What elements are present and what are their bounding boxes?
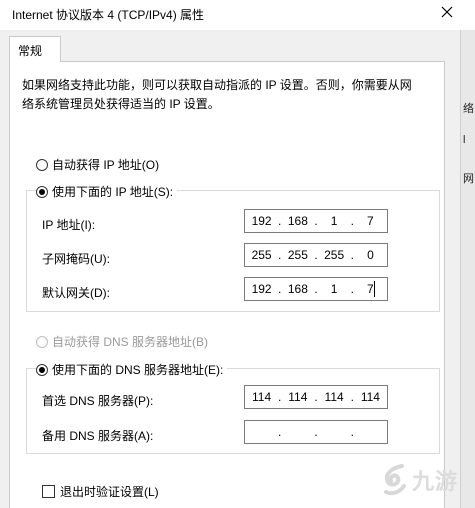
background-text: l	[463, 134, 466, 146]
tab-general-label: 常规	[18, 44, 43, 58]
radio-auto-ip-label: 自动获得 IP 地址(O)	[52, 158, 160, 172]
preferred-dns-input[interactable]: 114. 114. 114. 114	[244, 385, 388, 409]
radio-button[interactable]	[36, 158, 48, 171]
ip-segment: 7	[367, 214, 374, 228]
description-line: 如果网络支持此功能，则可以获取自动指派的 IP 设置。否则，你需要从网	[22, 78, 412, 92]
radio-manual-ip-label: 使用下面的 IP 地址(S):	[52, 185, 174, 199]
background-window-strip: 络 l 网	[460, 30, 475, 508]
checkbox-box[interactable]	[42, 485, 55, 498]
watermark-text: 九游	[412, 470, 459, 495]
watermark-logo: 九游	[380, 455, 475, 505]
background-text: 网	[463, 173, 474, 185]
ip-segment: 7	[367, 282, 374, 296]
subnet-mask-label: 子网掩码(U):	[42, 252, 110, 266]
validate-on-exit-checkbox[interactable]: 退出时验证设置(L)	[42, 483, 159, 500]
ip-segment: 114	[288, 390, 308, 404]
radio-auto-ip[interactable]: 自动获得 IP 地址(O)	[36, 156, 159, 173]
default-gateway-input[interactable]: 192. 168. 1. 7	[244, 277, 388, 301]
radio-auto-dns-label: 自动获得 DNS 服务器地址(B)	[52, 335, 209, 349]
radio-manual-dns[interactable]: 使用下面的 DNS 服务器地址(E):	[36, 361, 228, 378]
ip-segment: 255	[324, 248, 345, 262]
close-button[interactable]	[437, 2, 457, 22]
tab-general[interactable]: 常规	[9, 36, 61, 62]
radio-manual-dns-label: 使用下面的 DNS 服务器地址(E):	[52, 363, 224, 377]
close-icon	[441, 6, 453, 18]
ip-address-input[interactable]: 192. 168. 1. 7	[244, 209, 388, 233]
radio-button-disabled[interactable]	[36, 335, 48, 348]
ip-address-label: IP 地址(I):	[42, 218, 96, 232]
description-line: 络系统管理员处获得适当的 IP 设置。	[22, 97, 220, 111]
default-gateway-label: 默认网关(D):	[42, 286, 110, 300]
radio-button-selected[interactable]	[36, 363, 48, 376]
title-bar: Internet 协议版本 4 (TCP/IPv4) 属性	[0, 0, 475, 30]
text-caret	[374, 281, 375, 297]
preferred-dns-label: 首选 DNS 服务器(P):	[42, 394, 154, 408]
watermark-swirl-icon	[384, 464, 406, 496]
ip-segment: 114	[251, 390, 272, 404]
ip-segment: 168	[287, 282, 308, 296]
subnet-mask-input[interactable]: 255. 255. 255. 0	[244, 243, 388, 267]
background-text: 络	[463, 103, 474, 115]
ip-segment: 0	[367, 248, 374, 262]
window-title: Internet 协议版本 4 (TCP/IPv4) 属性	[12, 8, 205, 22]
validate-on-exit-label: 退出时验证设置(L)	[60, 485, 159, 499]
radio-auto-dns[interactable]: 自动获得 DNS 服务器地址(B)	[36, 333, 208, 350]
ip-segment: 255	[287, 248, 308, 262]
alternate-dns-label: 备用 DNS 服务器(A):	[42, 429, 154, 443]
ip-segment: 168	[287, 214, 308, 228]
ip-segment: 192	[251, 214, 272, 228]
ip-segment: 1	[330, 214, 338, 228]
ip-segment: 114	[360, 390, 380, 404]
ip-segment: 255	[251, 248, 272, 262]
ip-segment: 114	[324, 390, 344, 404]
alternate-dns-input[interactable]: . . .	[244, 420, 388, 444]
description-text: 如果网络支持此功能，则可以获取自动指派的 IP 设置。否则，你需要从网 络系统管…	[22, 76, 432, 114]
radio-manual-ip[interactable]: 使用下面的 IP 地址(S):	[36, 183, 178, 200]
radio-button-selected[interactable]	[36, 185, 48, 198]
ip-segment: 192	[251, 282, 272, 296]
ip-segment: 1	[330, 282, 338, 296]
